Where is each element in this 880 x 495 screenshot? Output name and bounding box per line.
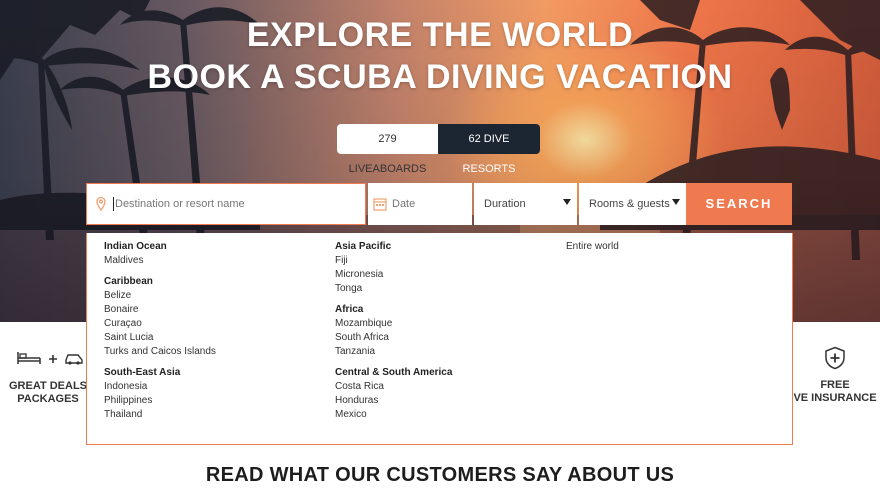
search-bar: Destination or resort name Date Duration… — [86, 183, 792, 225]
region-title[interactable]: Indian Ocean — [104, 240, 216, 254]
destination-option[interactable]: Costa Rica — [335, 380, 452, 394]
feature-free-insurance: FREE VE INSURANCE — [790, 346, 880, 405]
destination-dropdown: Indian Ocean Maldives Caribbean Belize B… — [86, 233, 793, 445]
region-title[interactable]: Central & South America — [335, 366, 452, 380]
product-toggle: 279 LIVEABOARDS 62 DIVE RESORTS — [337, 124, 540, 175]
region-group: Central & South America Costa Rica Hondu… — [335, 366, 452, 422]
location-pin-icon — [93, 196, 109, 212]
destination-option[interactable]: Belize — [104, 289, 216, 303]
calendar-icon — [372, 196, 388, 212]
feature-great-deals-text: GREAT DEALS PACKAGES — [8, 380, 88, 406]
destination-option[interactable]: Saint Lucia — [104, 331, 216, 345]
caret-down-icon — [672, 199, 680, 205]
date-field[interactable]: Date — [368, 183, 472, 225]
search-button[interactable]: SEARCH — [686, 183, 792, 225]
feature-insurance-text: FREE VE INSURANCE — [790, 379, 880, 405]
plus-icon — [48, 351, 58, 369]
text-cursor — [113, 197, 114, 211]
testimonials-heading: READ WHAT OUR CUSTOMERS SAY ABOUT US — [205, 464, 675, 486]
region-group: Indian Ocean Maldives — [104, 240, 216, 268]
hero-headline-line2: BOOK A SCUBA DIVING VACATION — [147, 58, 733, 96]
region-group: Africa Mozambique South Africa Tanzania — [335, 303, 452, 359]
destination-option[interactable]: Tanzania — [335, 345, 452, 359]
destination-option[interactable]: Maldives — [104, 254, 216, 268]
shield-plus-icon — [824, 346, 846, 374]
feature-line: PACKAGES — [17, 393, 79, 405]
destination-option[interactable]: Thailand — [104, 408, 216, 422]
bed-icon — [16, 350, 42, 371]
tab-dive-resorts[interactable]: 62 DIVE RESORTS — [438, 124, 540, 175]
destination-option[interactable]: Turks and Caicos Islands — [104, 345, 216, 359]
destination-option[interactable]: Mozambique — [335, 317, 452, 331]
hero-headline-line1: EXPLORE THE WORLD — [246, 16, 634, 54]
region-title[interactable]: South-East Asia — [104, 366, 216, 380]
caret-down-icon — [563, 199, 571, 205]
destination-option[interactable]: Micronesia — [335, 268, 452, 282]
feature-great-deals: GREAT DEALS PACKAGES — [8, 350, 88, 406]
rooms-guests-label: Rooms & guests — [589, 198, 670, 210]
destination-option[interactable]: Tonga — [335, 282, 452, 296]
destination-option[interactable]: Philippines — [104, 394, 216, 408]
destination-option[interactable]: Honduras — [335, 394, 452, 408]
feature-icons — [16, 350, 88, 370]
destination-option[interactable]: Fiji — [335, 254, 452, 268]
region-title[interactable]: Asia Pacific — [335, 240, 452, 254]
dropdown-column-3: Entire world — [566, 240, 619, 254]
destination-placeholder: Destination or resort name — [115, 198, 245, 210]
region-group: Asia Pacific Fiji Micronesia Tonga — [335, 240, 452, 296]
region-group: South-East Asia Indonesia Philippines Th… — [104, 366, 216, 422]
duration-label: Duration — [484, 198, 526, 210]
dropdown-column-2: Asia Pacific Fiji Micronesia Tonga Afric… — [335, 240, 452, 429]
destination-option[interactable]: Curaçao — [104, 317, 216, 331]
region-title[interactable]: Caribbean — [104, 275, 216, 289]
destination-field[interactable]: Destination or resort name — [86, 183, 366, 225]
duration-select[interactable]: Duration — [474, 183, 577, 225]
date-placeholder: Date — [392, 198, 416, 210]
destination-option[interactable]: Indonesia — [104, 380, 216, 394]
feature-line: VE INSURANCE — [793, 392, 877, 404]
dropdown-column-1: Indian Ocean Maldives Caribbean Belize B… — [104, 240, 216, 429]
region-title[interactable]: Africa — [335, 303, 452, 317]
destination-option[interactable]: Mexico — [335, 408, 452, 422]
car-icon — [64, 350, 84, 371]
destination-option[interactable]: South Africa — [335, 331, 452, 345]
feature-line: GREAT DEALS — [8, 380, 88, 392]
tab-liveaboards[interactable]: 279 LIVEABOARDS — [337, 124, 438, 175]
rooms-guests-select[interactable]: Rooms & guests — [579, 183, 686, 225]
region-group: Caribbean Belize Bonaire Curaçao Saint L… — [104, 275, 216, 359]
destination-option[interactable]: Bonaire — [104, 303, 216, 317]
entire-world-option[interactable]: Entire world — [566, 240, 619, 254]
feature-line: FREE — [820, 379, 850, 391]
